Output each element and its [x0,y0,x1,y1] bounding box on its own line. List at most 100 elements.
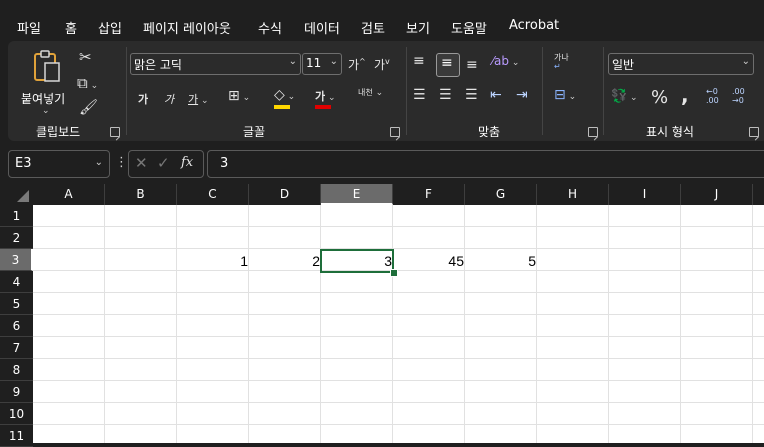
cell-d3[interactable]: 2 [249,249,321,271]
tab-data[interactable]: 데이터 [304,18,340,37]
column-header-d[interactable]: D [249,184,321,205]
insert-function-button[interactable]: fx [181,155,193,170]
increase-indent-icon[interactable]: ⇥ [516,87,528,103]
align-center-icon[interactable]: ☰ [439,87,452,103]
select-all-button[interactable] [0,184,33,205]
group-divider [126,47,127,135]
paste-icon [34,50,60,82]
column-header-g[interactable]: G [465,184,537,205]
decrease-decimal-icon[interactable]: .00 →0 [732,87,745,105]
column-header-b[interactable]: B [105,184,177,205]
number-format-value: 일반 [612,58,635,72]
tab-page-layout[interactable]: 페이지 레이아웃 [143,18,231,37]
alignment-launcher-icon[interactable] [588,127,598,137]
tab-home[interactable]: 홈 [65,18,77,43]
align-middle-button[interactable]: ≡ [436,53,460,77]
wrap-text-button[interactable]: 가나 ↵ [554,53,569,71]
row-header-4[interactable]: 4 [0,271,33,293]
accounting-format-button[interactable]: 💱 ⌄ [611,89,638,104]
increase-font-button[interactable]: 가^ [348,56,366,73]
number-group-label: 표시 형식 [646,125,694,139]
number-format-dropdown[interactable]: 일반 ⌄ [608,53,754,75]
tab-view[interactable]: 보기 [406,18,430,37]
row-header-5[interactable]: 5 [0,293,33,315]
comma-button[interactable]: , [681,83,689,107]
more-options-icon[interactable]: ⋮ [115,155,128,170]
align-right-icon[interactable]: ☰ [465,87,478,103]
formula-input[interactable]: 3 [207,150,764,178]
tab-formulas[interactable]: 수식 [258,18,282,37]
cancel-icon[interactable]: ✕ [135,154,148,172]
row-header-3[interactable]: 3 [0,249,33,271]
name-box[interactable]: E3 ⌄ [8,150,110,178]
column-header-e[interactable]: E [321,184,393,205]
cell-area[interactable]: 1 2 3 45 5 [33,205,764,443]
font-launcher-icon[interactable] [390,127,400,137]
orientation-button[interactable]: ⁄ab ⌄ [492,54,519,68]
decrease-indent-icon[interactable]: ⇤ [490,87,502,103]
row-header-8[interactable]: 8 [0,359,33,381]
accounting-icon: 💱 [611,89,628,104]
percent-button[interactable]: % [651,87,668,108]
align-left-icon[interactable]: ☰ [413,87,426,103]
row-header-10[interactable]: 10 [0,403,33,425]
menu-bar: 파일 홈 삽입 페이지 레이아웃 수식 데이터 검토 보기 도움말 Acroba… [0,8,764,43]
paint-bucket-icon: ◇ [274,87,285,103]
font-name-dropdown[interactable]: 맑은 고딕 ⌄ [130,53,301,75]
fill-color-button[interactable]: ◇ ⌄ [274,87,295,109]
tab-acrobat[interactable]: Acrobat [509,18,559,33]
underline-button[interactable]: 가 ⌄ [188,91,209,107]
cut-icon[interactable]: ✂ [79,48,92,66]
select-all-triangle-icon [17,190,29,202]
italic-button[interactable]: 가 [164,91,174,107]
bold-button[interactable]: 가 [138,91,148,107]
cell-c3[interactable]: 1 [177,249,249,271]
align-bottom-icon[interactable]: ≡ [466,57,478,73]
format-painter-icon[interactable]: 🖌 [79,98,98,116]
row-header-11[interactable]: 11 [0,425,33,447]
column-header-c[interactable]: C [177,184,249,205]
row-header-1[interactable]: 1 [0,205,33,227]
formula-value: 3 [220,156,229,171]
column-header-h[interactable]: H [537,184,609,205]
column-header-i[interactable]: I [609,184,681,205]
clipboard-group-label: 클립보드 [36,125,81,139]
row-header-6[interactable]: 6 [0,315,33,337]
align-top-icon[interactable]: ≡ [413,53,425,69]
increase-font-label: 가 [348,58,360,72]
merge-center-button[interactable]: ⊟ ⌄ [554,87,576,103]
tab-file[interactable]: 파일 [17,18,41,37]
row-header-7[interactable]: 7 [0,337,33,359]
tab-insert[interactable]: 삽입 [98,18,122,37]
font-size-dropdown[interactable]: 11 ⌄ [302,53,342,75]
column-header-j[interactable]: J [681,184,753,205]
increase-decimal-icon[interactable]: ←0.00 [706,87,719,105]
wrap-arrow-icon: ↵ [554,62,561,71]
row-header-9[interactable]: 9 [0,381,33,403]
ribbon: 붙여넣기 ⌄ ✂ ⧉ ⌄ 🖌 클립보드 맑은 고딕 ⌄ 11 ⌄ 가^ 가v 가… [8,41,764,141]
copy-icon[interactable]: ⧉ ⌄ [77,74,98,92]
decrease-font-label: 가 [374,58,386,72]
font-color-button[interactable]: 가 ⌄ [315,88,336,109]
formula-buttons: ✕ ✓ fx [128,150,204,178]
fill-handle[interactable] [390,269,398,277]
row-header-2[interactable]: 2 [0,227,33,249]
borders-button[interactable]: ⊞ ⌄ [228,88,250,104]
wrap-text-label: 가나 [554,53,569,62]
column-header-a[interactable]: A [33,184,105,205]
cell-g3[interactable]: 5 [465,249,537,271]
number-launcher-icon[interactable] [749,127,759,137]
confirm-icon[interactable]: ✓ [157,154,170,172]
phonetic-button[interactable]: 내천 ⌄ [358,88,383,98]
font-color-label: 가 [315,90,326,103]
tab-help[interactable]: 도움말 [451,18,487,37]
chevron-down-icon: ⌄ [329,56,338,67]
cell-f3[interactable]: 45 [393,249,465,271]
chevron-down-icon: ⌄ [94,157,103,168]
tab-review[interactable]: 검토 [361,18,385,37]
column-header-f[interactable]: F [393,184,465,205]
clipboard-launcher-icon[interactable] [110,127,120,137]
decrease-font-button[interactable]: 가v [374,56,390,73]
paste-button[interactable]: 붙여넣기 ⌄ [18,49,70,116]
paste-label: 붙여넣기 [21,92,66,106]
